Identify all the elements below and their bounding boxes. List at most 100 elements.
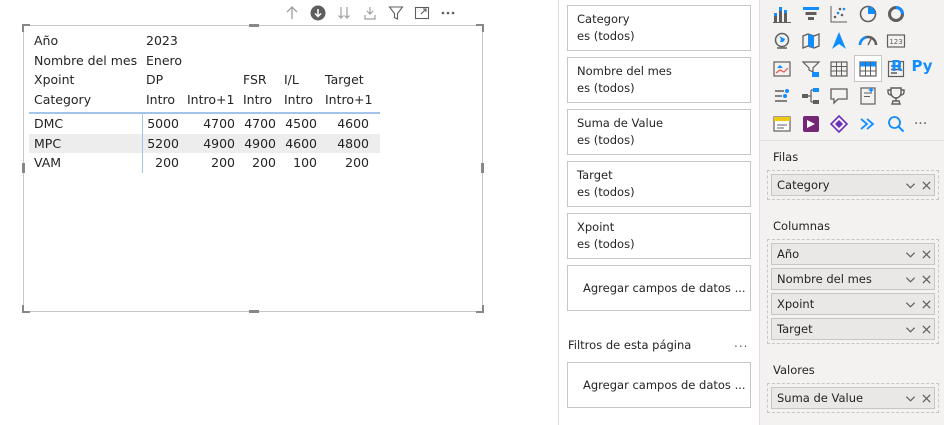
value-cell[interactable]: 100 [280,153,321,173]
paginated-report-icon[interactable] [768,110,797,137]
header-cell[interactable]: Intro+1 [321,90,373,110]
field-pill-target[interactable]: Target [771,318,935,340]
value-cell[interactable]: 4500 [280,114,321,134]
filter-card-xpoint[interactable]: Xpoint es (todos) [567,213,751,259]
drill-up-icon[interactable] [282,3,302,23]
rows-well[interactable]: Category [767,170,939,200]
smart-narrative-icon[interactable] [854,83,883,110]
header-cell[interactable]: 2023 [142,31,183,51]
value-cell[interactable]: 4600 [280,134,321,154]
filter-card-sum-of-value[interactable]: Suma de Value es (todos) [567,109,751,155]
header-cell[interactable]: Enero [142,51,183,71]
globe-map-icon[interactable] [768,28,797,55]
value-cell[interactable]: 200 [239,153,280,173]
go-to-next-level-icon[interactable] [334,3,354,23]
more-visuals-icon[interactable]: ··· [911,110,931,137]
value-cell[interactable]: 200 [142,153,183,173]
filter-card-month-name[interactable]: Nombre del mes es (todos) [567,57,751,103]
qa-icon[interactable] [825,83,854,110]
header-cell[interactable]: DP [142,70,183,90]
header-cell[interactable]: Intro [142,90,183,110]
resize-handle-left[interactable] [22,163,25,173]
table-row[interactable]: VAM 200 200 200 100 200 [29,153,380,173]
chevron-down-icon[interactable] [902,269,918,289]
close-icon[interactable] [918,244,934,264]
field-pill-category[interactable]: Category [771,174,935,196]
key-influencers-icon[interactable] [768,83,797,110]
pie-icon[interactable] [854,0,883,27]
value-cell[interactable]: 4800 [321,134,373,154]
gauge-icon[interactable] [854,28,883,55]
value-cell[interactable]: 200 [321,153,373,173]
values-well[interactable]: Suma de Value [767,383,939,413]
field-pill-xpoint[interactable]: Xpoint [771,293,935,315]
value-cell[interactable]: 5200 [142,134,183,154]
close-icon[interactable] [918,294,934,314]
resize-handle-top-right[interactable] [476,24,484,32]
resize-handle-bottom-left[interactable] [22,305,30,313]
value-cell[interactable]: 4700 [183,114,239,134]
donut-icon[interactable] [882,0,911,27]
close-icon[interactable] [918,319,934,339]
table-icon[interactable] [825,55,854,82]
search-icon[interactable] [882,110,911,137]
value-cell[interactable]: 4700 [239,114,280,134]
power-automate-icon[interactable] [825,110,854,137]
resize-handle-right[interactable] [481,163,484,173]
resize-handle-bottom-right[interactable] [476,305,484,313]
chevron-down-icon[interactable] [902,294,918,314]
add-visual-filter-field[interactable]: Agregar campos de datos ... [567,265,751,311]
header-cell[interactable]: Intro [280,90,321,110]
value-cell[interactable]: 200 [183,153,239,173]
kpi-icon[interactable] [768,55,797,82]
header-cell[interactable]: Intro+1 [183,90,239,110]
goals-icon[interactable] [854,110,883,137]
decomposition-tree-icon[interactable] [797,83,826,110]
value-cell[interactable]: 4900 [183,134,239,154]
add-page-filter-field[interactable]: Agregar campos de datos ... [567,362,751,408]
resize-handle-top[interactable] [249,24,259,27]
stacked-column-icon[interactable] [768,0,797,27]
focus-mode-icon[interactable] [412,3,432,23]
row-header[interactable]: MPC [29,134,142,154]
filter-icon[interactable] [386,3,406,23]
trophy-metrics-icon[interactable] [882,83,911,110]
header-cell[interactable]: Target [321,70,373,90]
columns-well[interactable]: Año Nombre del mes Xpoint Target [767,239,939,344]
matrix-visual[interactable]: Año 2023 Nombre del mes Enero Xpoint DP … [22,24,484,313]
card-123-icon[interactable]: 123 [882,28,911,55]
drill-down-toggle-icon[interactable] [308,3,328,23]
expand-next-level-icon[interactable] [360,3,380,23]
azure-map-icon[interactable] [825,28,854,55]
scatter-icon[interactable] [825,0,854,27]
header-cell[interactable]: Intro [239,90,280,110]
r-script-visual-icon[interactable]: R [887,57,907,75]
chevron-down-icon[interactable] [902,244,918,264]
table-row[interactable]: DMC 5000 4700 4700 4500 4600 [29,114,380,134]
chevron-down-icon[interactable] [902,175,918,195]
more-options-icon[interactable] [438,3,458,23]
close-icon[interactable] [918,175,934,195]
page-filters-more-button[interactable]: ... [734,336,748,350]
field-pill-year[interactable]: Año [771,243,935,265]
slicer-icon[interactable] [797,55,826,82]
field-pill-month-name[interactable]: Nombre del mes [771,268,935,290]
resize-handle-bottom[interactable] [249,310,259,313]
filter-card-category[interactable]: Category es (todos) [567,5,751,51]
header-cell[interactable]: I/L [280,70,321,90]
value-cell[interactable]: 4600 [321,114,373,134]
python-visual-icon[interactable]: Py [910,57,934,75]
value-cell[interactable]: 5000 [142,114,183,134]
value-cell[interactable]: 4900 [239,134,280,154]
funnel-icon[interactable] [797,0,826,27]
field-pill-sum-of-value[interactable]: Suma de Value [771,387,935,409]
header-cell[interactable]: FSR [239,70,280,90]
row-header[interactable]: VAM [29,153,142,173]
close-icon[interactable] [918,269,934,289]
row-header[interactable]: DMC [29,114,142,134]
close-icon[interactable] [918,388,934,408]
power-apps-icon[interactable] [797,110,826,137]
matrix-icon[interactable] [853,55,882,83]
table-row[interactable]: MPC 5200 4900 4900 4600 4800 [29,133,380,154]
chevron-down-icon[interactable] [902,319,918,339]
